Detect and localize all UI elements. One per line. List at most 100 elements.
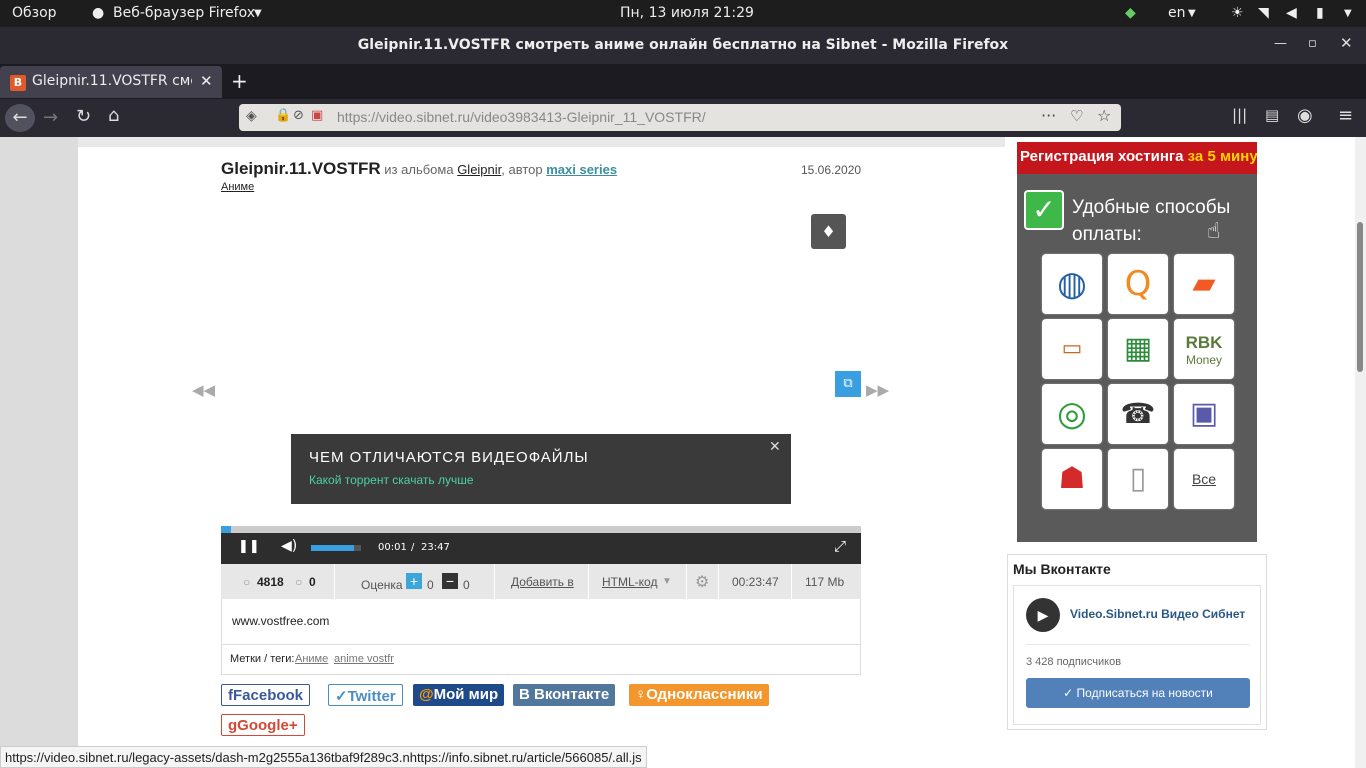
author-link[interactable]: maxi series — [546, 162, 617, 177]
fullscreen-icon[interactable]: ⤢ — [834, 537, 846, 555]
divider — [334, 564, 335, 599]
rate-minus-button[interactable]: − — [442, 573, 458, 589]
rbk-text: RBK — [1185, 333, 1223, 352]
hosting-ad-banner[interactable]: Регистрация хостинга за 5 минут ✓ Удобны… — [1017, 142, 1257, 542]
sibnet-favicon-icon: B — [10, 75, 26, 91]
home-icon[interactable]: ⌂ — [108, 105, 119, 126]
url-bar[interactable]: ◈ 🔒 ⊘ ▣ https://video.sibnet.ru/video398… — [239, 104, 1121, 131]
battery-icon[interactable]: ▮ — [1316, 5, 1324, 21]
shield-icon[interactable]: ◈ — [246, 108, 257, 124]
volume-icon[interactable]: ◀ — [1286, 5, 1297, 21]
album-link[interactable]: Gleipnir — [457, 162, 501, 177]
permissions-icon[interactable]: ⊘ — [293, 108, 304, 123]
right-sidebar: Регистрация хостинга за 5 минут ✓ Удобны… — [1005, 137, 1355, 768]
close-icon[interactable]: ✕ — [769, 439, 781, 455]
minimize-icon[interactable]: — — [1274, 36, 1287, 51]
seek-bar[interactable] — [221, 526, 861, 533]
page-scrollbar[interactable] — [1355, 137, 1366, 768]
pip-icon[interactable]: ⧉ — [835, 371, 861, 397]
url-input[interactable]: https://video.sibnet.ru/video3983413-Gle… — [337, 109, 706, 125]
share-ok-button[interactable]: ♀Одноклассники — [629, 684, 769, 706]
tags-box: Метки / теги: Аниме anime vostfr — [221, 645, 861, 675]
vk-group-card: ▶ Video.Sibnet.ru Видео Сибнет 3 428 под… — [1013, 585, 1261, 725]
pocket-icon[interactable]: ♡ — [1070, 107, 1083, 125]
video-stats-bar: ○ 4818 ○ 0 Оценка + 0 − 0 Добавить в HTM… — [221, 564, 861, 599]
forward-icon[interactable]: → — [43, 107, 58, 128]
language-indicator[interactable]: en — [1168, 5, 1186, 21]
brightness-icon[interactable]: ☀ — [1231, 5, 1244, 21]
lock-icon[interactable]: 🔒 — [275, 108, 291, 123]
chevron-down-icon[interactable]: ▼ — [662, 576, 672, 587]
scrollbar-thumb[interactable] — [1357, 222, 1363, 372]
group-avatar[interactable]: ▶ — [1026, 598, 1060, 632]
menu-icon[interactable]: ≡ — [1338, 105, 1353, 126]
moimir-icon: @ — [419, 686, 434, 703]
vk-group-name[interactable]: Video.Sibnet.ru Видео Сибнет — [1070, 607, 1245, 621]
pause-icon[interactable]: ❚❚ — [238, 539, 260, 554]
page-actions-icon[interactable]: ··· — [1041, 106, 1056, 125]
page-viewport: Gleipnir.11.VOSTFR из альбома Gleipnir, … — [0, 137, 1366, 768]
terminal-icon: ▦ — [1108, 319, 1168, 379]
share-moimir-label: Мой мир — [433, 686, 499, 703]
rate-plus-button[interactable]: + — [406, 573, 422, 589]
tags-label: Метки / теги: — [230, 653, 295, 665]
share-moimir-button[interactable]: @Мой мир — [413, 684, 505, 706]
file-size: 117 Mb — [805, 575, 845, 589]
rating-minus-count: 0 — [463, 578, 470, 592]
share-twitter-button[interactable]: ✓Twitter — [328, 684, 403, 706]
time-separator: / — [411, 542, 415, 553]
cursor-hand-icon: ☝ — [1207, 219, 1221, 244]
autoplay-icon[interactable]: ▣ — [311, 108, 323, 123]
share-vk-button[interactable]: B Вконтакте — [513, 684, 616, 706]
settings-icon[interactable]: ⚙ — [695, 572, 709, 592]
wifi-icon[interactable]: ◥ — [1258, 5, 1269, 21]
back-icon[interactable]: ← — [5, 104, 35, 132]
clipboard-icon: ▯ — [1108, 449, 1168, 509]
ad-popup-subtitle[interactable]: Какой торрент скачать лучше — [309, 473, 474, 487]
app-menu[interactable]: Веб-браузер Firefox — [113, 5, 255, 21]
sibnet-logo-icon[interactable]: ♦ — [811, 214, 846, 249]
library-icon[interactable]: ||| — [1232, 106, 1247, 124]
chevron-down-icon: ▼ — [1188, 8, 1196, 19]
category-link[interactable]: Аниме — [221, 181, 254, 193]
system-top-bar: Обзор ● Веб-браузер Firefox ▼ Пн, 13 июл… — [0, 0, 1366, 27]
tab-active[interactable]: B Gleipnir.11.VOSTFR смот ✕ — [0, 66, 222, 98]
divider — [791, 564, 792, 599]
sidebar-icon[interactable]: ▤ — [1265, 106, 1279, 124]
account-icon[interactable]: ◉ — [1297, 105, 1313, 126]
tag-link[interactable]: anime vostfr — [334, 653, 394, 665]
reload-icon[interactable]: ↻ — [76, 106, 91, 127]
volume-slider[interactable] — [311, 545, 361, 551]
maximize-icon[interactable]: ▫ — [1308, 36, 1317, 51]
next-video-icon[interactable]: ▶▶ — [866, 381, 889, 399]
video-player[interactable]: ♦ ⧉ ЧЕМ ОТЛИЧАЮТСЯ ВИДЕОФАЙЛЫ Какой торр… — [221, 204, 861, 564]
close-icon[interactable]: ✕ — [200, 72, 213, 90]
ad-popup-title[interactable]: ЧЕМ ОТЛИЧАЮТСЯ ВИДЕОФАЙЛЫ — [309, 449, 589, 466]
overview-button[interactable]: Обзор — [12, 5, 57, 21]
share-vk-label: Вконтакте — [534, 686, 610, 703]
ad-headline-text: Регистрация хостинга — [1020, 148, 1184, 165]
prev-video-icon[interactable]: ◀◀ — [192, 381, 215, 399]
add-to-button[interactable]: Добавить в — [511, 575, 574, 589]
shield-icon[interactable]: ◆ — [1125, 5, 1136, 21]
volume-icon[interactable]: ◀) — [281, 538, 297, 554]
seek-progress — [221, 526, 231, 533]
bookmark-star-icon[interactable]: ☆ — [1097, 106, 1111, 125]
share-facebook-button[interactable]: fFacebook — [221, 684, 311, 706]
checkmark-icon: ✓ — [1024, 190, 1064, 230]
clock[interactable]: Пн, 13 июля 21:29 — [620, 5, 754, 21]
wallet-icon: ▰ — [1174, 254, 1234, 314]
ad-popup[interactable]: ЧЕМ ОТЛИЧАЮТСЯ ВИДЕОФАЙЛЫ Какой торрент … — [291, 434, 791, 504]
share-google-button[interactable]: gGoogle+ — [221, 714, 305, 736]
close-icon[interactable]: ✕ — [1340, 34, 1353, 52]
divider — [494, 564, 495, 599]
from-album-label: из альбома — [384, 162, 454, 177]
chevron-down-icon[interactable]: ▼ — [1344, 8, 1352, 19]
total-duration: 23:47 — [421, 542, 450, 553]
html-code-button[interactable]: HTML-код — [602, 575, 657, 589]
new-tab-icon[interactable]: + — [231, 69, 248, 93]
share-facebook-label: Facebook — [233, 687, 304, 704]
all-payments-link[interactable]: Все — [1174, 449, 1234, 509]
tag-link[interactable]: Аниме — [295, 653, 328, 665]
vk-subscribe-button[interactable]: ✓ Подписаться на новости — [1026, 678, 1250, 708]
